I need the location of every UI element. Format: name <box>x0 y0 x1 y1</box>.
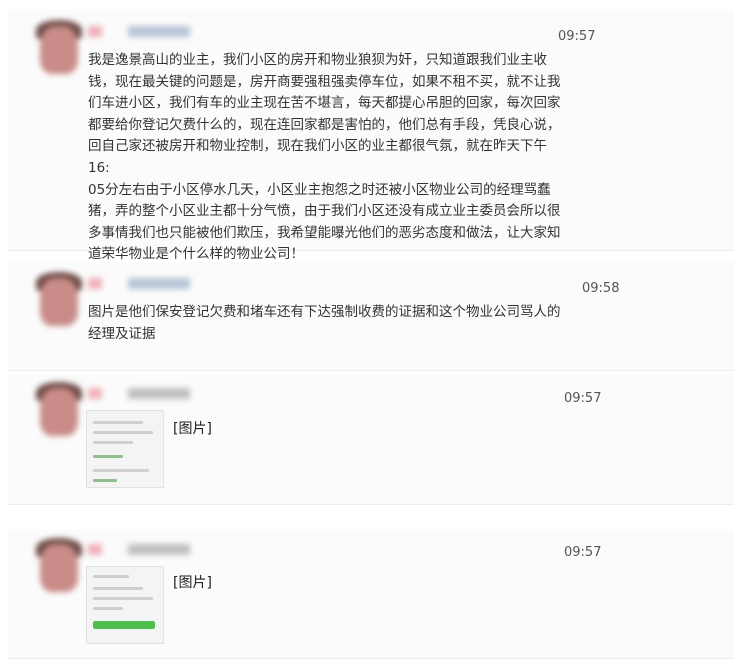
message-item: 09:57 [图片] <box>8 530 734 659</box>
message-time: 09:57 <box>564 391 602 406</box>
sender-id-blurred <box>128 544 190 555</box>
sender-name-blurred <box>88 544 102 555</box>
image-placeholder-label: [图片] <box>173 575 212 591</box>
message-item: 09:57 [图片] <box>8 374 734 505</box>
avatar[interactable] <box>30 272 88 330</box>
avatar[interactable] <box>30 538 88 596</box>
message-text[interactable]: 我是逸景高山的业主，我们小区的房开和物业狼狈为奸，只知道跟我们业主收 钱，现在最… <box>88 50 568 266</box>
message-time: 09:58 <box>582 281 620 296</box>
avatar[interactable] <box>30 382 88 440</box>
message-time: 09:57 <box>558 29 596 44</box>
sender-name-blurred <box>88 278 102 289</box>
message-time: 09:57 <box>564 545 602 560</box>
avatar[interactable] <box>30 20 88 78</box>
sender-name-blurred <box>88 26 102 37</box>
sender-id-blurred <box>128 26 190 37</box>
message-item: 09:57 我是逸景高山的业主，我们小区的房开和物业狼狈为奸，只知道跟我们业主收… <box>8 10 734 262</box>
image-thumbnail[interactable] <box>86 566 164 644</box>
sender-id-blurred <box>128 388 190 399</box>
image-thumbnail[interactable] <box>86 410 164 488</box>
message-text[interactable]: 图片是他们保安登记欠费和堵车还有下达强制收费的证据和这个物业公司骂人的 经理及证… <box>88 302 598 345</box>
sender-name-blurred <box>88 388 102 399</box>
image-placeholder-label: [图片] <box>173 421 212 437</box>
message-item: 09:58 图片是他们保安登记欠费和堵车还有下达强制收费的证据和这个物业公司骂人… <box>8 262 734 371</box>
sender-id-blurred <box>128 278 190 289</box>
